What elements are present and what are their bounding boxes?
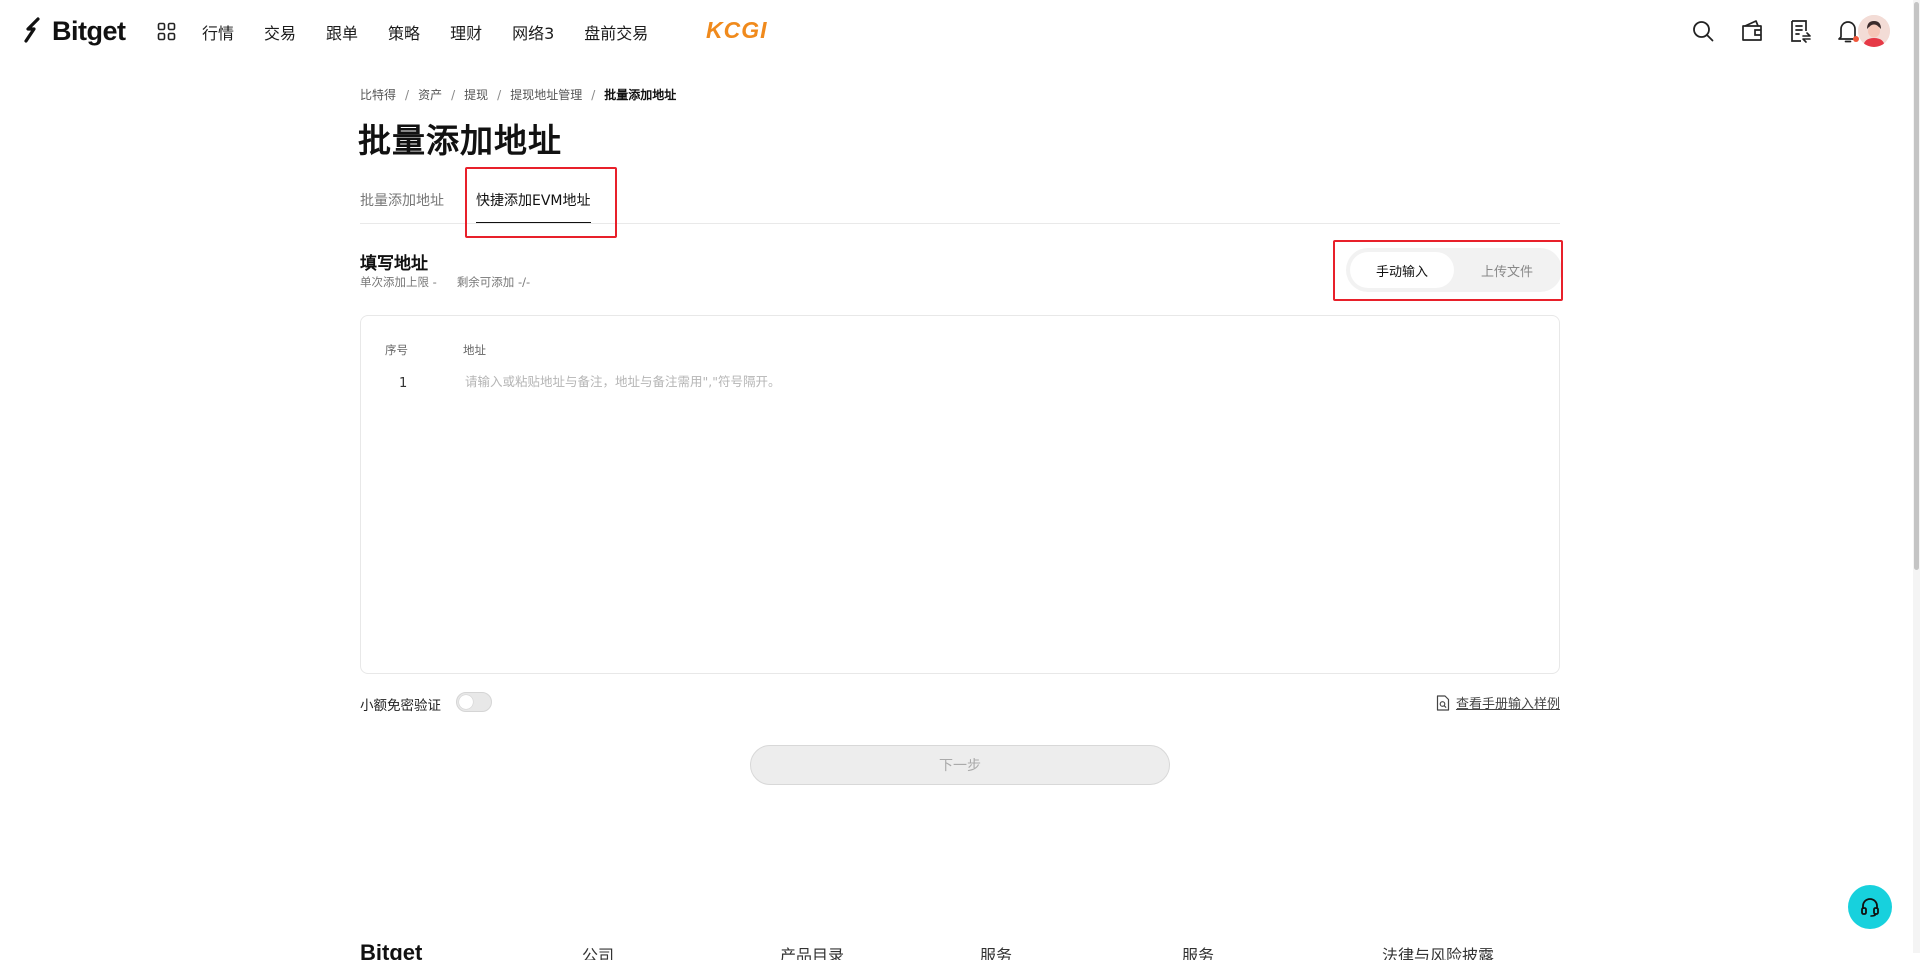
bitget-logo[interactable]: Bitget: [24, 14, 126, 48]
page-title: 批量添加地址: [358, 121, 562, 160]
document-icon: [1436, 694, 1450, 711]
breadcrumb-address-management[interactable]: 提现地址管理: [510, 86, 582, 103]
small-amount-verification-toggle[interactable]: [456, 692, 492, 712]
nav-item-copy-trading[interactable]: 跟单: [326, 20, 358, 44]
breadcrumb-separator: /: [591, 87, 596, 102]
breadcrumb-separator: /: [451, 87, 456, 102]
tabs-divider: [360, 223, 1560, 224]
footer-column-service-2: 服务: [1182, 946, 1215, 960]
footer-logo: Bitget: [360, 940, 423, 960]
next-step-button[interactable]: 下一步: [750, 745, 1170, 785]
breadcrumb-current: 批量添加地址: [604, 88, 677, 102]
avatar-person-icon: [1858, 15, 1890, 47]
wallet-icon[interactable]: [1739, 18, 1765, 44]
breadcrumb-separator: /: [497, 87, 502, 102]
nav-item-market[interactable]: 行情: [202, 20, 234, 44]
breadcrumb: 比特得 / 资产 / 提现 / 提现地址管理 / 批量添加地址: [360, 86, 676, 103]
view-input-example-text: 查看手册输入样例: [1455, 697, 1560, 712]
nav-item-pre-market[interactable]: 盘前交易: [584, 20, 648, 44]
breadcrumb-assets[interactable]: 资产: [418, 86, 442, 103]
page-scrollbar[interactable]: [1913, 0, 1920, 953]
remaining-add-count: 剩余可添加 -/-: [456, 275, 531, 289]
user-avatar[interactable]: [1858, 15, 1890, 47]
row-number: 1: [399, 376, 408, 391]
address-limits: 单次添加上限 - 剩余可添加 -/-: [360, 274, 530, 290]
kcgi-partner-logo[interactable]: KCGI: [706, 17, 768, 44]
view-input-example-link[interactable]: 查看手册输入样例: [1436, 693, 1560, 712]
tab-batch-add[interactable]: 批量添加地址: [360, 190, 444, 224]
footer-column-service: 服务: [980, 946, 1013, 960]
single-add-limit: 单次添加上限 -: [360, 275, 437, 289]
tab-quick-add-evm[interactable]: 快捷添加EVM地址: [476, 190, 591, 224]
headset-icon: [1861, 898, 1879, 917]
address-input[interactable]: [465, 366, 1535, 646]
bitget-logo-icon: [24, 17, 40, 43]
column-header-index: 序号: [385, 343, 408, 357]
footer: Bitget 公司 产品目录 服务 服务 法律与风险披露: [0, 940, 1920, 960]
footer-column-legal: 法律与风险披露: [1382, 946, 1495, 960]
main-menu: 行情 交易 跟单 策略 理财 网络3 盘前交易: [202, 20, 678, 44]
toggle-knob: [459, 695, 473, 709]
search-icon[interactable]: [1690, 18, 1716, 44]
breadcrumb-withdraw[interactable]: 提现: [464, 86, 488, 103]
customer-support-button[interactable]: [1848, 885, 1892, 929]
section-title: 填写地址: [360, 254, 428, 274]
scrollbar-thumb[interactable]: [1914, 2, 1919, 570]
input-mode-switch: 手动输入 上传文件: [1346, 248, 1562, 292]
footer-column-products: 产品目录: [780, 946, 845, 960]
breadcrumb-separator: /: [405, 87, 410, 102]
tab-bar: 批量添加地址 快捷添加EVM地址: [360, 190, 1560, 224]
footer-column-company: 公司: [582, 946, 615, 960]
nav-item-earn[interactable]: 理财: [450, 20, 482, 44]
orders-icon[interactable]: [1787, 18, 1813, 44]
nav-item-web3[interactable]: 网络3: [512, 20, 554, 44]
nav-item-strategy[interactable]: 策略: [388, 20, 420, 44]
nav-item-trade[interactable]: 交易: [264, 20, 296, 44]
top-navigation: Bitget 行情 交易 跟单 策略 理财 网络3 盘前交易 KCGI: [0, 0, 1920, 62]
small-amount-verification-label: 小额免密验证: [360, 698, 441, 714]
address-entry-panel: 序号 地址 1: [360, 315, 1560, 674]
column-header-address: 地址: [463, 343, 486, 357]
brand-name: Bitget: [52, 15, 126, 46]
breadcrumb-home[interactable]: 比特得: [360, 86, 396, 103]
apps-grid-icon[interactable]: [157, 22, 176, 41]
upload-file-button[interactable]: 上传文件: [1456, 252, 1558, 288]
manual-input-button[interactable]: 手动输入: [1350, 252, 1454, 288]
